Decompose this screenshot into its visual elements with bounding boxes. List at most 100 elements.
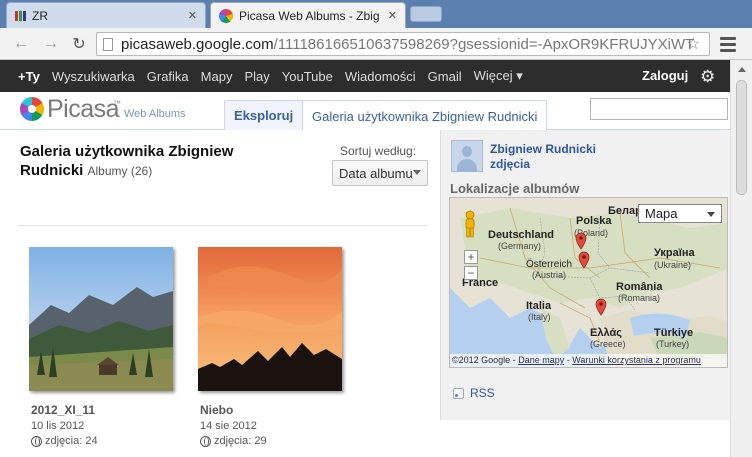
tab-zr[interactable]: ZR ✕ — [6, 2, 206, 28]
picasa-logo-sub: Web Albums — [124, 108, 186, 120]
back-arrow-icon[interactable]: ← — [10, 34, 32, 54]
url-path: /111186166510637598269?gsessionid=-ApxOR… — [273, 35, 695, 53]
map-label: Polska — [576, 215, 612, 227]
avatar[interactable] — [451, 140, 483, 172]
search-input[interactable] — [590, 98, 728, 120]
sidebar: Zbigniew Rudnicki zdjęcia Lokalizacje al… — [440, 130, 730, 420]
map-data-link[interactable]: Dane mapy — [518, 355, 564, 365]
gbar-item-plus[interactable]: +Ty — [18, 69, 40, 84]
album-photo-count: zdjęcia: 29 — [200, 435, 346, 447]
map-label: (Italy) — [528, 312, 551, 322]
sort-select[interactable]: Data albumu — [332, 160, 428, 186]
forward-arrow-icon[interactable]: → — [40, 34, 62, 54]
address-bar[interactable]: picasaweb.google.com/1111861665106375982… — [96, 32, 710, 56]
album-count: Albumy (26) — [87, 164, 153, 178]
close-icon[interactable]: ✕ — [388, 9, 397, 22]
globe-icon — [31, 435, 42, 447]
new-tab-button[interactable] — [410, 6, 442, 22]
album-title[interactable]: Niebo — [200, 403, 346, 417]
tab-user-gallery[interactable]: Galeria użytkownika Zbigniew Rudnicki — [302, 100, 548, 131]
scroll-up-icon[interactable] — [735, 62, 748, 76]
locations-heading: Lokalizacje albumów — [450, 181, 580, 196]
gbar-item-maps[interactable]: Mapy — [201, 69, 233, 84]
tab-picasa[interactable]: Picasa Web Albums - Zbig ✕ — [210, 2, 406, 28]
divider — [18, 225, 428, 226]
map-attribution: ©2012 Google - Dane mapy - Warunki korzy… — [450, 354, 727, 367]
picasa-logo[interactable]: Picasa — [47, 95, 120, 124]
bookmark-star-icon[interactable]: ☆ — [686, 34, 700, 54]
map-label: Türkiye — [654, 327, 694, 339]
page-scrollbar[interactable] — [730, 60, 752, 457]
album-photo-count: zdjęcia: 24 — [31, 435, 177, 447]
album-card[interactable]: Niebo 14 sie 2012 zdjęcia: 29 — [198, 247, 346, 447]
tab-favicon-icon — [15, 10, 26, 21]
map-marker-icon[interactable] — [578, 251, 590, 269]
page-icon — [103, 37, 113, 51]
chevron-down-icon — [413, 170, 421, 175]
gbar-item-more[interactable]: Więcej ▾ — [474, 68, 523, 84]
map-label: (Greece) — [590, 339, 626, 349]
browser-tabstrip: ZR ✕ Picasa Web Albums - Zbig ✕ — [0, 0, 752, 28]
gbar-item-gmail[interactable]: Gmail — [428, 69, 462, 84]
album-thumbnail[interactable] — [198, 247, 342, 391]
album-date: 14 sie 2012 — [200, 420, 257, 432]
picasa-logo-icon[interactable] — [20, 97, 44, 121]
album-title[interactable]: 2012_XI_11 — [31, 403, 177, 417]
gbar-item-news[interactable]: Wiadomości — [345, 69, 416, 84]
album-count-text: zdjęcia: 24 — [45, 435, 98, 447]
user-photos-link[interactable]: zdjęcia — [490, 157, 530, 171]
album-date: 10 lis 2012 — [31, 420, 85, 432]
gbar-item-play[interactable]: Play — [244, 69, 269, 84]
sort-value: Data albumu — [339, 165, 413, 181]
scroll-thumb[interactable] — [736, 80, 747, 195]
map-label: (Austria) — [532, 270, 567, 280]
map-label: Österreich — [526, 259, 573, 270]
tab-title: Picasa Web Albums - Zbig — [239, 8, 380, 23]
map-label: Italia — [526, 300, 552, 312]
album-card[interactable]: 2012_XI_11 10 lis 2012 zdjęcia: 24 — [29, 247, 177, 447]
map-label: Deutschland — [488, 229, 555, 241]
gbar-item-youtube[interactable]: YouTube — [282, 69, 333, 84]
picasa-header: Picasa ™ Web Albums Eksploruj Galeria uż… — [0, 92, 730, 131]
map-label: (Germany) — [498, 241, 542, 251]
map-type-value: Mapa — [645, 206, 678, 221]
album-locations-map[interactable]: Polska (Poland) Беларус Deutschland (Ger… — [449, 197, 728, 368]
rss-label: RSS — [470, 386, 495, 400]
album-thumbnail[interactable] — [29, 247, 173, 391]
tab-explore[interactable]: Eksploruj — [224, 100, 304, 130]
gear-icon[interactable]: ⚙ — [700, 67, 715, 87]
map-label: (Ukraine) — [654, 260, 692, 270]
reload-icon[interactable]: ↻ — [68, 34, 90, 54]
gbar-item-search[interactable]: Wyszukiwarka — [52, 69, 135, 84]
close-icon[interactable]: ✕ — [188, 9, 197, 22]
zoom-in-button[interactable]: + — [464, 250, 478, 264]
google-bar: +Ty Wyszukiwarka Grafika Mapy Play YouTu… — [0, 60, 730, 92]
rss-icon — [453, 387, 464, 399]
map-marker-icon[interactable] — [595, 298, 607, 316]
trademark: ™ — [113, 99, 121, 108]
map-label: România — [616, 281, 663, 293]
globe-icon — [200, 435, 211, 447]
map-terms-link[interactable]: Warunki korzystania z programu — [572, 355, 701, 365]
map-label: (Turkey) — [656, 339, 690, 349]
picasa-favicon-icon — [219, 8, 233, 23]
map-label: (Romania) — [618, 293, 661, 303]
map-label: Ελλάς — [590, 327, 622, 339]
gbar-item-images[interactable]: Grafika — [147, 69, 189, 84]
album-count-text: zdjęcia: 29 — [214, 435, 267, 447]
rss-link[interactable]: RSS — [453, 386, 495, 400]
user-name-link[interactable]: Zbigniew Rudnicki — [490, 142, 596, 156]
chevron-down-icon — [707, 212, 715, 217]
tab-title: ZR — [32, 8, 48, 23]
map-type-select[interactable]: Mapa — [638, 204, 722, 223]
pegman-icon[interactable] — [463, 210, 477, 238]
gallery-main: Galeria użytkownika Zbigniew Rudnicki Al… — [0, 130, 440, 457]
login-link[interactable]: Zaloguj — [642, 68, 688, 83]
map-copyright: ©2012 Google - — [452, 355, 519, 365]
sort-label: Sortuj według: — [340, 144, 417, 158]
map-marker-icon[interactable] — [575, 232, 587, 250]
menu-icon[interactable] — [718, 34, 738, 54]
page-title: Galeria użytkownika Zbigniew Rudnicki Al… — [20, 142, 290, 181]
browser-toolbar: ← → ↻ picasaweb.google.com/1111861665106… — [0, 28, 752, 60]
zoom-out-button[interactable]: − — [464, 266, 478, 280]
